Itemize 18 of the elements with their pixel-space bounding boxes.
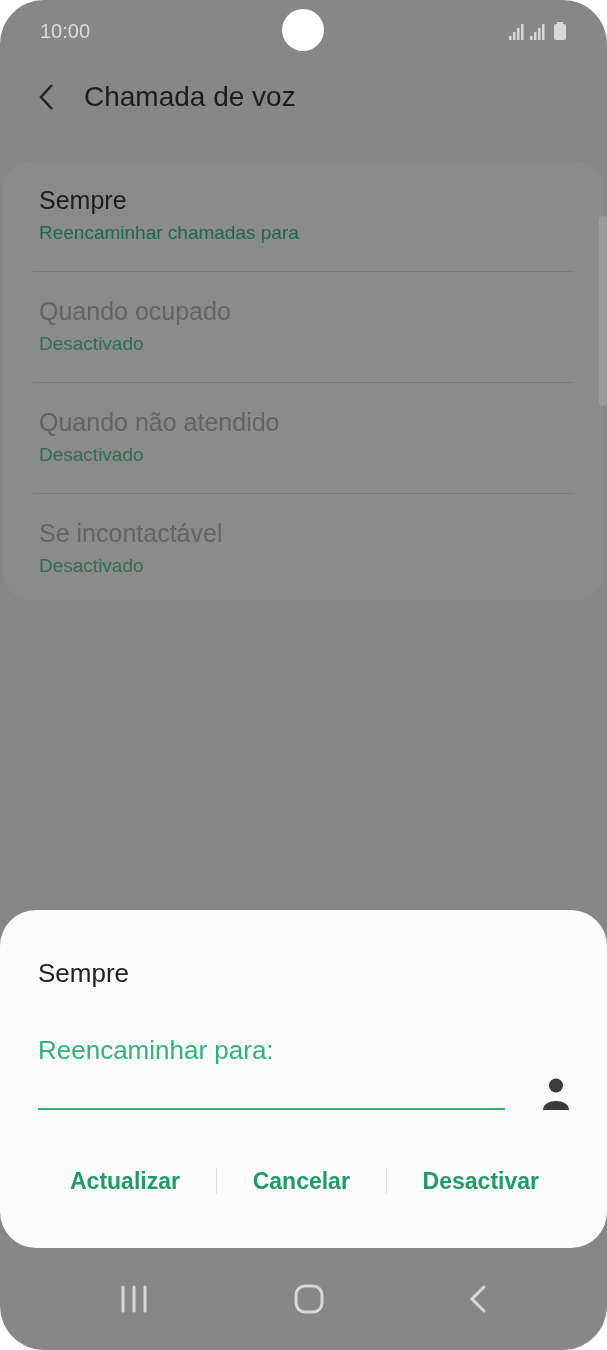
screen-title: Chamada de voz <box>84 80 296 114</box>
dialog-button[interactable]: Cancelar <box>244 1158 358 1205</box>
setting-status: Desactivado <box>39 443 145 467</box>
home-icon[interactable] <box>293 1284 324 1314</box>
setting-status: Reencaminhar chamadas para <box>39 221 300 245</box>
status-icons <box>509 21 569 41</box>
status-time: 10:00 <box>40 19 91 44</box>
back-icon[interactable] <box>38 83 54 111</box>
recent-apps-icon[interactable] <box>120 1285 148 1313</box>
contact-icon[interactable] <box>543 1078 569 1110</box>
setting-status: Desactivado <box>39 332 145 356</box>
field-label: Reencaminhar para: <box>38 1034 275 1067</box>
setting-title[interactable]: Sempre <box>39 185 568 215</box>
dialog-button[interactable]: Desactivar <box>414 1158 547 1205</box>
dialog-button[interactable]: Actualizar <box>62 1158 188 1205</box>
dialog-title: Sempre <box>38 957 131 990</box>
setting-status: Desactivado <box>39 554 145 578</box>
camera-hole <box>282 9 324 51</box>
